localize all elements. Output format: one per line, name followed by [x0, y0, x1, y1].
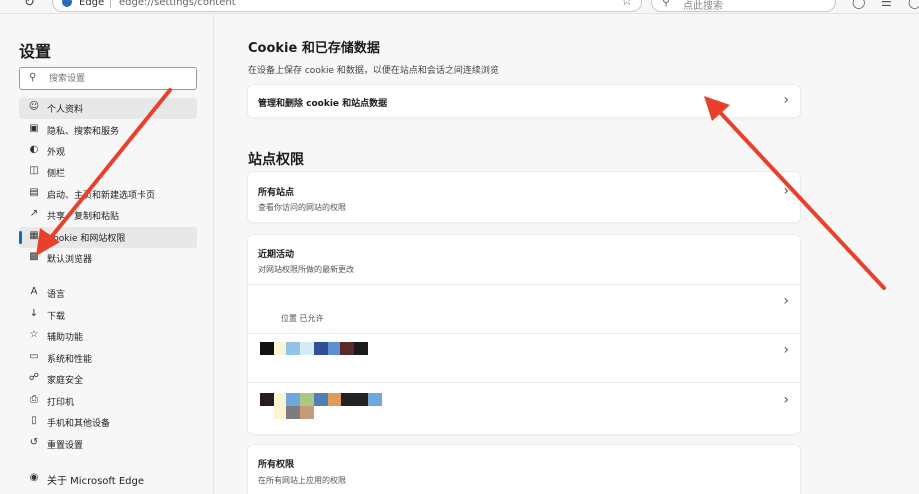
- sidebar-item-profile[interactable]: ☺ 个人资料: [19, 98, 197, 119]
- settings-title: 设置: [19, 42, 52, 61]
- edge-logo-icon: [62, 0, 72, 7]
- sidebar-item-languages[interactable]: A 语言: [19, 283, 197, 304]
- sidebar-item-family[interactable]: ☍ 家庭安全: [19, 369, 197, 390]
- site-permissions-heading: 站点权限: [248, 152, 304, 168]
- sidebar-item-downloads[interactable]: ↓ 下载: [19, 305, 197, 326]
- recent-activity-title: 近期活动: [258, 250, 295, 260]
- site-permission-tag: 位置 已允许: [281, 314, 324, 323]
- search-icon: ⚲: [662, 0, 671, 8]
- recent-activity-card: 近期活动 对网站权限所做的最新更改 位置 已允许 › › ›: [248, 235, 800, 434]
- toolbar-search-box[interactable]: ⚲ 点此搜索: [651, 0, 836, 12]
- profile-icon: ☺: [28, 101, 40, 112]
- all-permissions-title: 所有权限: [258, 460, 295, 470]
- chevron-right-icon: ›: [783, 392, 789, 408]
- sidebar-item-printers[interactable]: ⎙ 打印机: [19, 391, 197, 412]
- system-icon: ▭: [29, 351, 39, 362]
- sidebar-item-label: 关于 Microsoft Edge: [47, 476, 145, 487]
- sidebar-item-label: 下载: [47, 312, 66, 322]
- collections-icon[interactable]: ◯: [908, 0, 919, 9]
- sidebar-item-share[interactable]: ↗ 共享、复制和粘贴: [19, 205, 197, 226]
- favorite-star-icon[interactable]: ☆: [621, 0, 633, 9]
- share-icon: ↗: [29, 208, 39, 219]
- manage-cookies-label: 管理和删除 cookie 和站点数据: [258, 99, 388, 109]
- sidebar-item-label: 启动、主页和新建选项卡页: [47, 191, 156, 201]
- chevron-right-icon: ›: [783, 92, 789, 108]
- sidebar-item-label: 系统和性能: [47, 355, 93, 365]
- sidebar-item-about[interactable]: ◉ 关于 Microsoft Edge: [19, 469, 197, 490]
- refresh-icon[interactable]: ↻: [24, 0, 35, 10]
- sidebar-item-label: 家庭安全: [47, 376, 84, 386]
- all-permissions-card[interactable]: 所有权限 在所有网站上应用的权限: [248, 445, 800, 494]
- chevron-right-icon: ›: [783, 342, 789, 358]
- all-sites-title: 所有站点: [258, 188, 295, 198]
- sidebar-item-accessibility[interactable]: ☆ 辅助功能: [19, 326, 197, 347]
- toolbar-search-placeholder: 点此搜索: [683, 1, 723, 12]
- sidebar-item-label: 打印机: [47, 398, 75, 408]
- language-icon: A: [30, 286, 38, 297]
- recent-activity-description: 对网站权限所做的最新更改: [258, 265, 354, 274]
- settings-content: Cookie 和已存储数据 在设备上保存 cookie 和数据，以便在站点和会话…: [215, 15, 919, 494]
- chevron-right-icon: ›: [783, 183, 789, 199]
- reset-icon: ↺: [29, 437, 39, 448]
- sidebar-item-phone[interactable]: ▯ 手机和其他设备: [19, 412, 197, 433]
- family-icon: ☍: [28, 372, 40, 383]
- address-url[interactable]: edge://settings/content: [119, 0, 236, 8]
- sidebar-item-startup[interactable]: ▤ 启动、主页和新建选项卡页: [19, 184, 197, 205]
- sidebar-item-label: 侧栏: [47, 169, 66, 179]
- sidebar-item-appearance[interactable]: ◐ 外观: [19, 141, 197, 162]
- favorites-icon[interactable]: ☰: [881, 0, 892, 9]
- recent-site-row[interactable]: ›: [248, 334, 800, 382]
- home-icon: ▤: [29, 187, 39, 198]
- sidebar-item-label: 共享、复制和粘贴: [47, 212, 120, 222]
- recent-site-row[interactable]: 位置 已允许 ›: [248, 285, 800, 333]
- cookie-icon: ▦: [29, 230, 39, 241]
- sidebar-item-privacy[interactable]: ▣ 隐私、搜索和服务: [19, 120, 197, 141]
- settings-search-box[interactable]: ⚲: [19, 67, 197, 90]
- all-permissions-description: 在所有网站上应用的权限: [258, 476, 346, 485]
- phone-icon: ▯: [31, 415, 37, 426]
- sidebar-item-sidebar[interactable]: ◫ 侧栏: [19, 162, 197, 183]
- recent-site-row[interactable]: ›: [248, 383, 800, 433]
- sidebar-item-label: 默认浏览器: [47, 255, 93, 265]
- cookie-description: 在设备上保存 cookie 和数据，以便在站点和会话之间连续浏览: [248, 66, 499, 76]
- sidebar-item-label: 语言: [47, 290, 66, 300]
- sidebar-icon: ◫: [29, 165, 39, 176]
- sidebar-item-label: 重置设置: [47, 441, 84, 451]
- cookie-heading: Cookie 和已存储数据: [248, 41, 380, 56]
- sidebar-item-label: Cookie 和网站权限: [47, 234, 126, 244]
- sidebar-item-default-browser[interactable]: ▩ 默认浏览器: [19, 248, 197, 269]
- browser-toolbar: ↻ Edge edge://settings/content ☆ ⚲ 点此搜索 …: [0, 0, 919, 14]
- sidebar-item-label: 手机和其他设备: [47, 419, 111, 429]
- sidebar-item-label: 个人资料: [47, 105, 84, 115]
- edge-logo-icon: ◉: [29, 472, 39, 483]
- sidebar-item-label: 辅助功能: [47, 333, 84, 343]
- printer-icon: ⎙: [30, 394, 38, 405]
- search-icon: ⚲: [29, 72, 37, 83]
- address-bar[interactable]: Edge edge://settings/content ☆: [52, 0, 642, 12]
- settings-sidebar: 设置 ⚲ ☺ 个人资料 ▣ 隐私、搜索和服务 ◐ 外观 ◫ 侧栏 ▤ 启动、主页…: [0, 15, 214, 494]
- manage-cookies-card[interactable]: 管理和删除 cookie 和站点数据 ›: [248, 85, 800, 117]
- accessibility-icon: ☆: [29, 329, 39, 340]
- download-icon: ↓: [29, 308, 39, 319]
- address-tab-name: Edge: [79, 0, 105, 8]
- chevron-right-icon: ›: [783, 293, 789, 309]
- sidebar-item-label: 隐私、搜索和服务: [47, 127, 120, 137]
- sidebar-item-system[interactable]: ▭ 系统和性能: [19, 348, 197, 369]
- sidebar-item-label: 外观: [47, 148, 66, 158]
- lock-icon: ▣: [29, 123, 39, 134]
- settings-search-input[interactable]: [49, 71, 189, 87]
- all-sites-description: 查看你访问的网站的权限: [258, 203, 346, 212]
- address-separator: [110, 0, 111, 8]
- sidebar-item-cookies[interactable]: ▦ Cookie 和网站权限: [19, 227, 197, 248]
- appearance-icon: ◐: [29, 144, 39, 155]
- extensions-icon[interactable]: ◯: [852, 0, 865, 9]
- all-sites-card[interactable]: 所有站点 查看你访问的网站的权限 ›: [248, 172, 800, 222]
- sidebar-item-reset[interactable]: ↺ 重置设置: [19, 434, 197, 455]
- browser-icon: ▩: [29, 251, 39, 262]
